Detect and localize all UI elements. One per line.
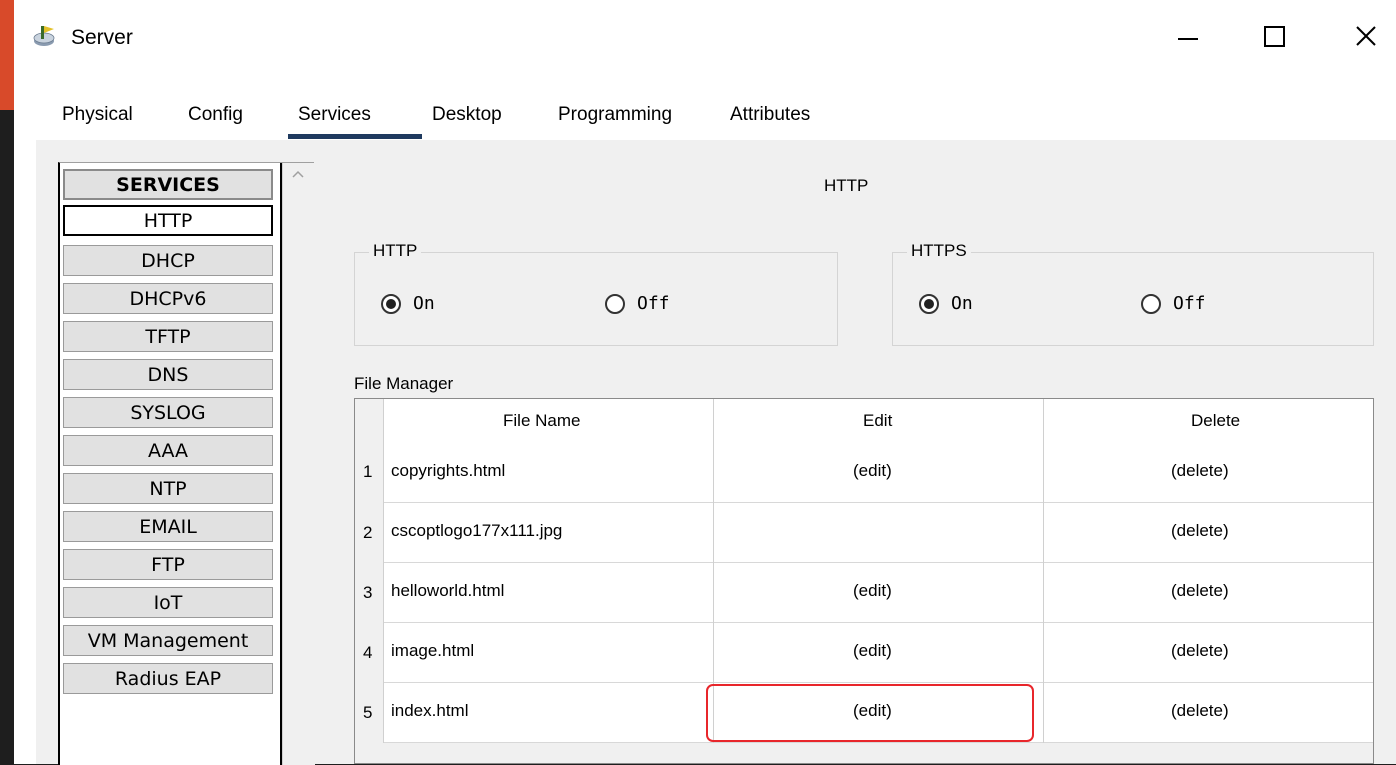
delete-link[interactable]: (delete) [1171,641,1229,661]
highlight-annotation [706,684,1034,742]
edit-link[interactable]: (edit) [853,461,892,481]
file-name-cell: copyrights.html [391,461,506,480]
row-number: 3 [363,583,373,602]
service-item-dns[interactable]: DNS [63,359,273,390]
file-name-cell: index.html [391,701,469,720]
https-on-label: On [951,293,973,314]
server-window: Server Physical Config Services Desktop … [14,0,1396,765]
service-item-syslog[interactable]: SYSLOG [63,397,273,428]
router-icon [33,26,55,46]
service-item-ntp[interactable]: NTP [63,473,273,504]
services-header: SERVICES [63,169,273,200]
file-manager-label: File Manager [354,374,454,393]
tab-programming[interactable]: Programming [558,104,672,126]
row-number: 1 [363,462,373,481]
column-header-edit: Edit [863,411,893,430]
column-header-file-name: File Name [503,411,581,430]
close-button[interactable] [1336,14,1396,58]
edit-link[interactable]: (edit) [853,581,892,601]
tab-desktop[interactable]: Desktop [432,104,502,126]
services-content: SERVICES HTTP DHCP DHCPv6 TFTP DNS SYSLO… [36,140,1396,765]
http-on-radio[interactable]: On [381,293,435,314]
tab-config[interactable]: Config [188,104,243,126]
table-header: File Name Edit Delete [383,399,1373,443]
tab-physical[interactable]: Physical [62,104,133,126]
delete-link[interactable]: (delete) [1171,521,1229,541]
column-divider [1043,399,1044,743]
delete-link[interactable]: (delete) [1171,461,1229,481]
service-item-radius-eap[interactable]: Radius EAP [63,663,273,694]
row-number: 2 [363,523,373,542]
service-item-iot[interactable]: IoT [63,587,273,618]
column-divider [383,399,384,743]
table-row: helloworld.html (edit) (delete) [383,563,1373,623]
service-item-dhcpv6[interactable]: DHCPv6 [63,283,273,314]
file-name-cell: helloworld.html [391,581,505,600]
service-item-http[interactable]: HTTP [63,205,273,236]
services-list: SERVICES HTTP DHCP DHCPv6 TFTP DNS SYSLO… [58,162,315,765]
file-name-cell: cscoptlogo177x111.jpg [391,521,563,540]
edit-link[interactable]: (edit) [853,641,892,661]
service-item-aaa[interactable]: AAA [63,435,273,466]
scroll-up-icon[interactable] [291,169,305,179]
http-on-label: On [413,293,435,314]
tab-services[interactable]: Services [298,104,371,126]
column-header-delete: Delete [1191,411,1241,430]
minimize-icon [1178,38,1198,40]
row-number: 4 [363,643,373,662]
radio-unselected-icon [1141,293,1161,314]
service-item-vm-management[interactable]: VM Management [63,625,273,656]
https-group-label: HTTPS [907,241,971,261]
http-off-label: Off [637,293,670,314]
maximize-icon [1263,25,1285,47]
table-row: cscoptlogo177x111.jpg (delete) [383,503,1373,563]
close-icon [1356,26,1376,46]
panel-title: HTTP [824,176,869,195]
file-name-cell: image.html [391,641,475,660]
radio-selected-icon [919,293,939,314]
delete-link[interactable]: (delete) [1171,581,1229,601]
services-list-inner: SERVICES HTTP DHCP DHCPv6 TFTP DNS SYSLO… [60,163,282,765]
title-bar: Server [14,0,1396,68]
maximize-button[interactable] [1244,14,1304,58]
radio-unselected-icon [605,293,625,314]
service-item-tftp[interactable]: TFTP [63,321,273,352]
https-on-radio[interactable]: On [919,293,973,314]
radio-selected-icon [381,293,401,314]
active-tab-indicator [288,134,422,139]
services-scrollbar[interactable] [282,163,315,765]
table-row: image.html (edit) (delete) [383,623,1373,683]
http-off-radio[interactable]: Off [605,293,670,314]
service-item-email[interactable]: EMAIL [63,511,273,542]
http-group: HTTP On Off [354,241,838,346]
delete-link[interactable]: (delete) [1171,701,1229,721]
tab-strip: Physical Config Services Desktop Program… [36,90,848,140]
https-off-radio[interactable]: Off [1141,293,1206,314]
service-item-ftp[interactable]: FTP [63,549,273,580]
http-group-label: HTTP [369,241,422,261]
service-item-dhcp[interactable]: DHCP [63,245,273,276]
https-off-label: Off [1173,293,1206,314]
row-number: 5 [363,703,373,722]
https-group: HTTPS On Off [892,241,1374,346]
table-row: copyrights.html (edit) (delete) [383,443,1373,503]
minimize-button[interactable] [1158,14,1218,58]
window-title: Server [71,26,133,49]
tab-attributes[interactable]: Attributes [730,104,810,126]
